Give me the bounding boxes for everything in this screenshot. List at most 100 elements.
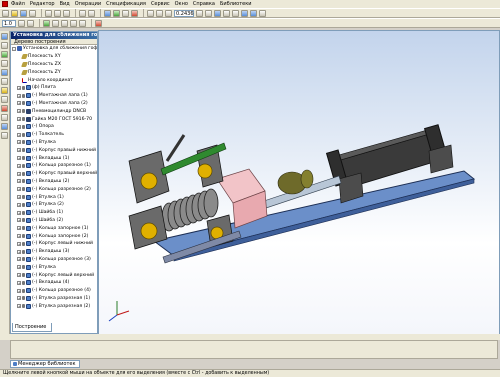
expand-toggle-icon[interactable]: + [17,179,21,184]
tree-item[interactable]: Плоскость XY [11,53,97,61]
tree-item[interactable]: + (-) Вкладыш (4) [11,279,97,287]
expand-toggle-icon[interactable]: + [17,101,21,106]
expand-toggle-icon[interactable]: - [12,46,16,51]
tree-item[interactable]: + (-) Вкладыш (2) [11,178,97,186]
paste-icon[interactable] [63,9,70,17]
tree-item[interactable]: + (-) Кольцо разрезное (2) [11,185,97,193]
expand-toggle-icon[interactable]: + [17,202,21,207]
filter-icon[interactable] [61,19,68,27]
stop-icon[interactable] [95,19,102,27]
expand-toggle-icon[interactable]: + [17,226,21,231]
pan-icon[interactable] [196,9,203,17]
tree-item[interactable]: + Гайка М20 ГОСТ 5916-70 [11,115,97,123]
redo-icon[interactable] [88,9,95,17]
tree-item[interactable]: + (-) Втулка разрезная (2) [11,302,97,310]
hidden-lines-icon[interactable] [232,9,239,17]
select-icon[interactable] [52,19,59,27]
expand-toggle-icon[interactable]: + [17,117,21,122]
menu-item[interactable]: Операции [75,0,101,8]
tree-item[interactable]: + (-) Корпус правый верхний [11,170,97,178]
expand-toggle-icon[interactable]: + [17,156,21,161]
zoom-out-icon[interactable] [156,9,163,17]
sketch-icon[interactable] [1,60,8,67]
expand-toggle-icon[interactable]: + [17,249,21,254]
tree-item[interactable]: Начало координат [11,76,97,84]
menu-item[interactable]: Библиотеки [220,0,252,8]
tree-item[interactable]: + (-) Кольцо запорное (2) [11,232,97,240]
snap-icon[interactable] [43,19,50,27]
tree-item[interactable]: + Пневмоцилиндр DNCB [11,107,97,115]
tree-item[interactable]: + (-) Кольцо разрезное (1) [11,162,97,170]
expand-toggle-icon[interactable]: + [17,234,21,239]
tree-item[interactable]: + (-) Корпус левый верхний [11,271,97,279]
layer-icon[interactable] [18,19,25,27]
expand-toggle-icon[interactable]: + [17,265,21,270]
tab-library-manager[interactable]: Менеджер библиотек [10,360,80,368]
diagnostics-icon[interactable] [1,105,8,112]
expand-toggle-icon[interactable]: + [17,195,21,200]
tree-item[interactable]: Плоскость ZX [11,61,97,69]
expand-toggle-icon[interactable]: + [17,241,21,246]
expand-toggle-icon[interactable]: + [17,163,21,168]
expand-toggle-icon[interactable]: + [17,171,21,176]
menu-item[interactable]: Вид [60,0,70,8]
specification-icon[interactable] [1,123,8,130]
3d-viewport[interactable] [99,31,500,334]
tree-item[interactable]: + (-) Втулка [11,139,97,147]
tree-item[interactable]: + (-) Корпус левый нижний [11,240,97,248]
new-file-icon[interactable] [2,9,9,17]
expand-toggle-icon[interactable]: + [17,124,21,129]
measure-icon[interactable] [79,19,86,27]
copy-icon[interactable] [54,9,61,17]
cut-icon[interactable] [45,9,52,17]
expand-toggle-icon[interactable]: + [17,273,21,277]
tree-item[interactable]: + (-) Втулка разрезная (1) [11,295,97,303]
tree-item[interactable]: + (-) Вкладыш (1) [11,154,97,162]
mate-icon[interactable] [70,19,77,27]
zoom-window-icon[interactable] [165,9,172,17]
scale-field[interactable]: 1.0 [2,19,16,27]
tree-item[interactable]: + (-) Кольцо разрезное (3) [11,256,97,264]
tree-item[interactable]: + (-) Шайба (2) [11,217,97,225]
app-logo-icon[interactable] [2,1,8,7]
menu-item[interactable]: Сервис [151,0,170,8]
mates-icon[interactable] [1,51,8,58]
tab-construction[interactable]: Построение [12,323,52,332]
edit-assembly-icon[interactable] [1,33,8,40]
rotate-icon[interactable] [205,9,212,17]
assembly-model[interactable] [99,31,500,334]
tree-item[interactable]: + (-) Кольцо запорное (1) [11,224,97,232]
perspective-icon[interactable] [259,9,266,17]
expand-toggle-icon[interactable]: + [17,304,21,309]
tree-item[interactable]: + (-) Втулка (1) [11,193,97,201]
expand-toggle-icon[interactable]: + [17,148,21,153]
expand-toggle-icon[interactable]: + [17,187,21,192]
expand-toggle-icon[interactable]: + [17,140,21,145]
tree-item[interactable]: + (-) Вкладыш (3) [11,248,97,256]
save-file-icon[interactable] [20,9,27,17]
expand-toggle-icon[interactable]: + [17,210,21,215]
add-component-icon[interactable] [1,42,8,49]
expand-toggle-icon[interactable]: + [17,218,21,223]
shaded-edges-icon[interactable] [250,9,257,17]
tree-item[interactable]: + (-) Втулка (2) [11,201,97,209]
cut-feature-icon[interactable] [1,78,8,85]
extrude-icon[interactable] [1,69,8,76]
tree-item[interactable]: + (-) Толкатель [11,131,97,139]
array-icon[interactable] [1,87,8,94]
tree-item[interactable]: + (-) Корпус правый нижний [11,146,97,154]
tree-item[interactable]: + (-) Монтажная лапа (1) [11,92,97,100]
menu-item[interactable]: Окно [175,0,188,8]
tree-item[interactable]: + (-) Кольцо разрезное (4) [11,287,97,295]
zoom-field[interactable]: 0.2436 [174,9,194,17]
library-icon[interactable] [113,9,120,17]
expand-toggle-icon[interactable]: + [17,132,21,137]
view-orientation-icon[interactable] [214,9,221,17]
menu-item[interactable]: Редактор [30,0,55,8]
measure-tool-icon[interactable] [1,114,8,121]
report-icon[interactable] [1,132,8,139]
expand-toggle-icon[interactable]: + [17,85,21,90]
open-file-icon[interactable] [11,9,18,17]
tree-item[interactable]: Плоскость ZY [11,68,97,76]
tree-item[interactable]: + (-) Монтажная лапа (2) [11,100,97,108]
